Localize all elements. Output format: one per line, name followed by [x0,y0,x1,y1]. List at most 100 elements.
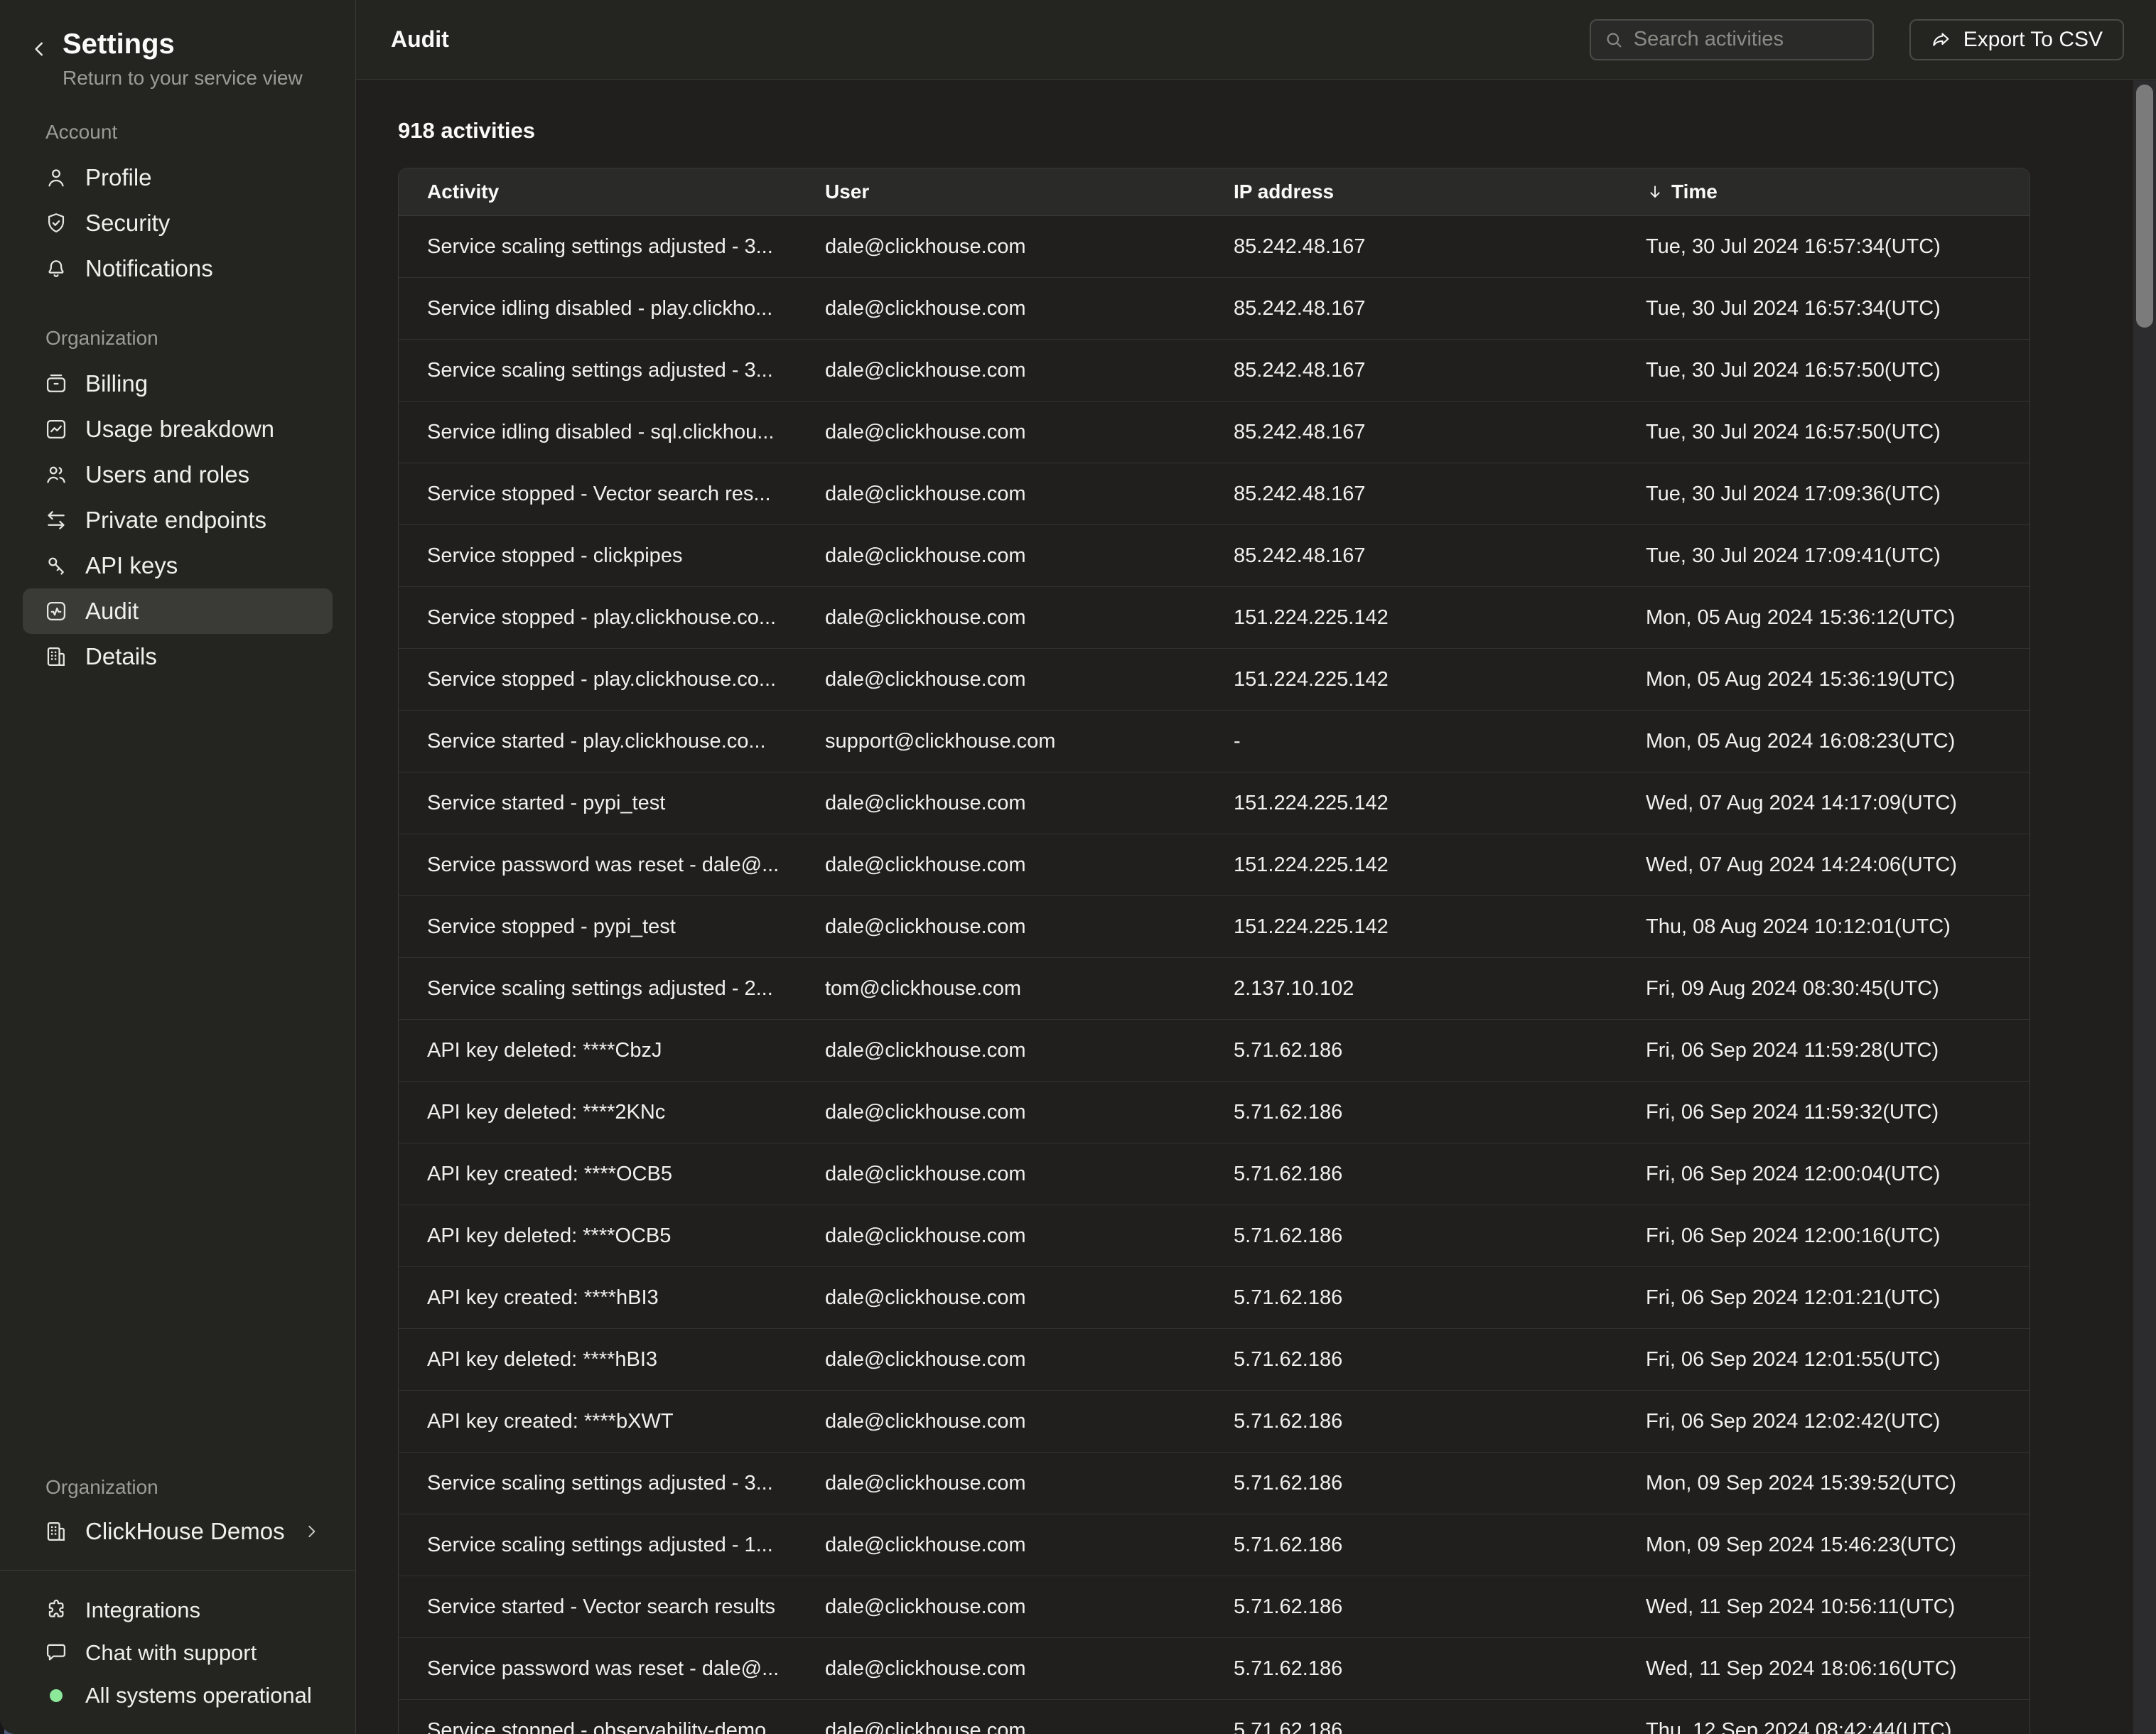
sidebar-item-users-and-roles[interactable]: Users and roles [0,452,355,497]
sidebar-item-integrations[interactable]: Integrations [0,1589,355,1632]
system-status[interactable]: All systems operational [0,1674,355,1717]
table-row[interactable]: API key deleted: ****CbzJ dale@clickhous… [399,1020,2030,1082]
table-row[interactable]: Service idling disabled - play.clickho..… [399,278,2030,340]
org-switcher-label: Organization [45,1476,355,1499]
table-row[interactable]: API key created: ****hBI3 dale@clickhous… [399,1267,2030,1329]
ip-cell: 5.71.62.186 [1205,1391,1617,1453]
sidebar-item-usage-breakdown[interactable]: Usage breakdown [0,406,355,452]
ip-cell: 151.224.225.142 [1205,834,1617,896]
user-cell: dale@clickhouse.com [797,340,1205,402]
scrollbar-thumb[interactable] [2136,85,2153,328]
table-row[interactable]: Service stopped - play.clickhouse.co... … [399,587,2030,649]
table-row[interactable]: Service scaling settings adjusted - 2...… [399,958,2030,1020]
sidebar-item-billing[interactable]: Billing [0,361,355,406]
search-icon [1604,30,1624,50]
time-cell: Fri, 06 Sep 2024 12:01:21(UTC) [1617,1267,2030,1329]
table-row[interactable]: API key deleted: ****2KNc dale@clickhous… [399,1082,2030,1143]
ip-cell: 151.224.225.142 [1205,896,1617,958]
page-title: Audit [391,26,449,53]
table-row[interactable]: Service scaling settings adjusted - 1...… [399,1514,2030,1576]
search-box[interactable] [1590,19,1874,60]
scrollbar-track[interactable] [2133,80,2156,1734]
table-row[interactable]: Service scaling settings adjusted - 3...… [399,1453,2030,1514]
table-row[interactable]: Service idling disabled - sql.clickhou..… [399,402,2030,463]
user-cell: dale@clickhouse.com [797,1267,1205,1329]
user-cell: dale@clickhouse.com [797,896,1205,958]
activity-cell: Service started - pypi_test [399,772,797,834]
activity-cell: Service scaling settings adjusted - 1... [399,1514,797,1576]
table-row[interactable]: Service started - play.clickhouse.co... … [399,711,2030,772]
table-row[interactable]: Service password was reset - dale@... da… [399,1638,2030,1700]
user-cell: dale@clickhouse.com [797,772,1205,834]
user-cell: dale@clickhouse.com [797,1082,1205,1143]
table-row[interactable]: Service stopped - play.clickhouse.co... … [399,649,2030,711]
usage-chart-icon [44,417,68,441]
user-cell: dale@clickhouse.com [797,278,1205,340]
table-row[interactable]: API key deleted: ****hBI3 dale@clickhous… [399,1329,2030,1391]
sidebar-item-api-keys[interactable]: API keys [0,543,355,588]
user-cell: dale@clickhouse.com [797,1700,1205,1734]
arrows-swap-icon [44,508,68,532]
ip-cell: 5.71.62.186 [1205,1143,1617,1205]
time-cell: Thu, 12 Sep 2024 08:42:44(UTC) [1617,1700,2030,1734]
section-label-organization: Organization [45,327,355,350]
user-cell: dale@clickhouse.com [797,402,1205,463]
users-icon [44,463,68,487]
activity-cell: Service stopped - clickpipes [399,525,797,587]
organization-nav: Billing Usage breakdown Users and roles … [0,361,355,679]
sidebar-item-label: Integrations [85,1598,200,1623]
back-button[interactable] [28,38,50,60]
table-row[interactable]: API key created: ****OCB5 dale@clickhous… [399,1143,2030,1205]
main-area: Audit Export To CSV 918 activities [356,0,2156,1734]
sidebar-item-private-endpoints[interactable]: Private endpoints [0,497,355,543]
activity-square-icon [44,599,68,623]
table-row[interactable]: API key created: ****bXWT dale@clickhous… [399,1391,2030,1453]
activities-count: 918 activities [398,118,2156,144]
org-switcher[interactable]: ClickHouse Demos [0,1509,355,1554]
time-cell: Fri, 06 Sep 2024 11:59:32(UTC) [1617,1082,2030,1143]
time-cell: Wed, 07 Aug 2024 14:24:06(UTC) [1617,834,2030,896]
column-header-user: User [797,168,1205,216]
table-row[interactable]: Service stopped - observability-demo dal… [399,1700,2030,1734]
user-cell: dale@clickhouse.com [797,1143,1205,1205]
table-row[interactable]: Service started - pypi_test dale@clickho… [399,772,2030,834]
table-row[interactable]: Service stopped - clickpipes dale@clickh… [399,525,2030,587]
column-header-time-label: Time [1671,181,1718,203]
sidebar-item-audit[interactable]: Audit [23,588,333,634]
sidebar-item-details[interactable]: Details [0,634,355,679]
forward-arrow-icon [1931,29,1952,50]
user-cell: dale@clickhouse.com [797,216,1205,278]
time-cell: Wed, 11 Sep 2024 18:06:16(UTC) [1617,1638,2030,1700]
arrow-down-icon [1646,183,1664,201]
wallet-icon [44,372,68,396]
activity-cell: Service scaling settings adjusted - 3... [399,340,797,402]
app-window: Settings Return to your service view Acc… [0,0,2156,1734]
ip-cell: 5.71.62.186 [1205,1453,1617,1514]
activity-cell: Service password was reset - dale@... [399,1638,797,1700]
time-cell: Wed, 11 Sep 2024 10:56:11(UTC) [1617,1576,2030,1638]
status-label: All systems operational [85,1683,312,1708]
user-cell: dale@clickhouse.com [797,1514,1205,1576]
sidebar-item-chat-with-support[interactable]: Chat with support [0,1632,355,1674]
account-nav: Profile Security Notifications [0,155,355,291]
table-row[interactable]: Service stopped - Vector search res... d… [399,463,2030,525]
export-csv-button[interactable]: Export To CSV [1909,19,2124,60]
column-header-time[interactable]: Time [1617,168,2030,216]
sidebar-item-profile[interactable]: Profile [0,155,355,200]
table-row[interactable]: Service started - Vector search results … [399,1576,2030,1638]
user-cell: dale@clickhouse.com [797,525,1205,587]
table-row[interactable]: Service scaling settings adjusted - 3...… [399,340,2030,402]
time-cell: Fri, 06 Sep 2024 12:00:16(UTC) [1617,1205,2030,1267]
sidebar-item-security[interactable]: Security [0,200,355,246]
table-row[interactable]: Service stopped - pypi_test dale@clickho… [399,896,2030,958]
ip-cell: 151.224.225.142 [1205,649,1617,711]
search-input[interactable] [1634,28,1860,51]
sidebar-item-notifications[interactable]: Notifications [0,246,355,291]
sidebar-footer: Integrations Chat with support All syste… [0,1589,355,1717]
column-header-ip-address: IP address [1205,168,1617,216]
table-row[interactable]: Service scaling settings adjusted - 3...… [399,216,2030,278]
audit-table: Activity User IP address Time [398,168,2030,1734]
table-row[interactable]: API key deleted: ****OCB5 dale@clickhous… [399,1205,2030,1267]
table-row[interactable]: Service password was reset - dale@... da… [399,834,2030,896]
time-cell: Mon, 05 Aug 2024 15:36:19(UTC) [1617,649,2030,711]
